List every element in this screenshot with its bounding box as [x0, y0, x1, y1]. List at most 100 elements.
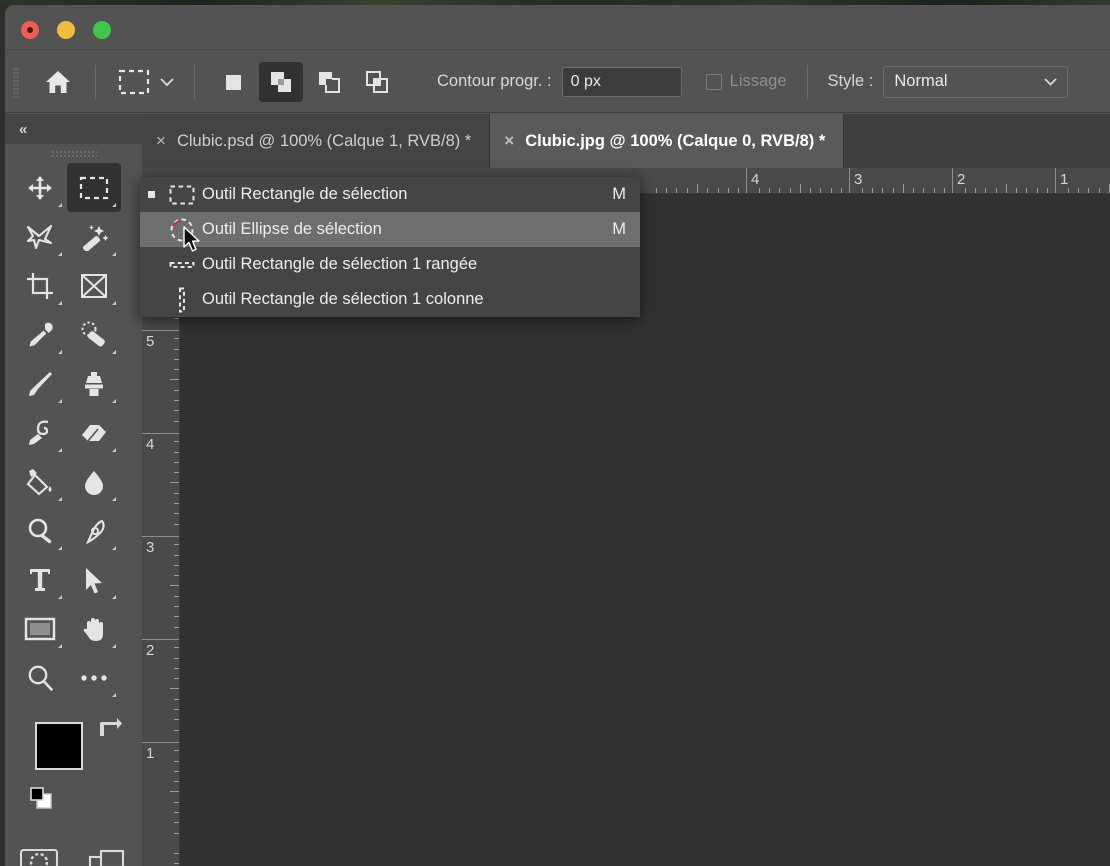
ruler-minor-tick — [170, 791, 179, 792]
ruler-minor-tick — [1026, 188, 1027, 193]
ruler-minor-tick — [174, 338, 179, 339]
spot-healing-brush-tool[interactable] — [67, 310, 121, 359]
ruler-minor-tick — [1006, 184, 1007, 193]
ruler-minor-tick — [718, 188, 719, 193]
minimize-window-button[interactable] — [57, 21, 75, 39]
path-selection-tool[interactable] — [67, 555, 121, 604]
tool-group-indicator — [58, 595, 62, 599]
ruler-tick-label: 5 — [146, 333, 155, 350]
history-brush-tool[interactable] — [13, 408, 67, 457]
ruler-minor-tick — [174, 833, 179, 834]
tab-clubic-jpg[interactable]: × Clubic.jpg @ 100% (Calque 0, RVB/8) * — [490, 114, 845, 168]
foreground-color-swatch[interactable] — [35, 722, 83, 770]
type-tool[interactable] — [13, 555, 67, 604]
blur-tool[interactable] — [67, 457, 121, 506]
rectangular-marquee-icon[interactable] — [112, 62, 156, 102]
lasso-tool[interactable] — [13, 212, 67, 261]
options-bar-drag-handle[interactable] — [13, 66, 19, 97]
ruler-minor-tick — [841, 188, 842, 193]
rectangle-tool[interactable] — [13, 604, 67, 653]
ruler-minor-tick — [174, 462, 179, 463]
ruler-minor-tick — [923, 188, 924, 193]
ruler-minor-tick — [831, 188, 832, 193]
ruler-minor-tick — [1068, 188, 1069, 193]
ruler-minor-tick — [996, 188, 997, 193]
ruler-minor-tick — [779, 188, 780, 193]
add-to-selection-button[interactable] — [259, 61, 303, 102]
magic-wand-tool[interactable] — [67, 212, 121, 261]
ruler-minor-tick — [174, 802, 179, 803]
feather-input[interactable]: 0 px — [561, 66, 682, 97]
ruler-minor-tick — [174, 678, 179, 679]
ruler-minor-tick — [174, 493, 179, 494]
ruler-minor-tick — [174, 606, 179, 607]
ruler-minor-tick — [174, 596, 179, 597]
menu-item-single-column-marquee[interactable]: Outil Rectangle de sélection 1 colonne — [140, 282, 640, 317]
ruler-tick-label: 2 — [957, 171, 966, 188]
edit-toolbar-tool[interactable] — [67, 653, 121, 702]
tab-clubic-psd[interactable]: × Clubic.psd @ 100% (Calque 1, RVB/8) * — [142, 114, 491, 168]
ruler-minor-tick — [174, 565, 179, 566]
move-tool[interactable] — [13, 163, 67, 212]
style-select[interactable]: Normal — [883, 65, 1069, 98]
ruler-minor-tick — [1047, 188, 1048, 193]
tool-group-indicator — [112, 399, 116, 403]
menu-item-rectangular-marquee[interactable]: Outil Rectangle de sélection M — [140, 177, 640, 212]
ruler-minor-tick — [170, 379, 179, 380]
eraser-tool[interactable] — [67, 408, 121, 457]
ruler-minor-tick — [174, 761, 179, 762]
close-window-button[interactable] — [21, 21, 39, 39]
ruler-minor-tick — [174, 750, 179, 751]
home-icon[interactable] — [37, 61, 79, 103]
screen-mode-icon[interactable] — [73, 836, 141, 866]
subtract-from-selection-button[interactable] — [307, 62, 351, 102]
quick-mask-icon[interactable] — [5, 836, 73, 866]
ruler-minor-tick — [174, 575, 179, 576]
collapse-panel-icon[interactable]: « — [19, 121, 27, 138]
ruler-minor-tick — [174, 472, 179, 473]
clone-stamp-tool[interactable] — [67, 359, 121, 408]
dodge-tool[interactable] — [13, 506, 67, 555]
frame-tool[interactable] — [67, 261, 121, 310]
close-icon[interactable]: × — [156, 131, 166, 151]
zoom-window-button[interactable] — [93, 21, 111, 39]
tool-group-indicator — [58, 301, 62, 305]
eyedropper-tool[interactable] — [13, 310, 67, 359]
intersect-selection-button[interactable] — [355, 62, 399, 102]
new-selection-button[interactable] — [211, 62, 255, 102]
zoom-tool[interactable] — [13, 653, 67, 702]
ruler-minor-tick — [174, 441, 179, 442]
menu-item-single-row-marquee[interactable]: Outil Rectangle de sélection 1 rangée — [140, 247, 640, 282]
ruler-minor-tick — [174, 410, 179, 411]
ruler-minor-tick — [174, 863, 179, 864]
ruler-minor-tick — [174, 647, 179, 648]
tool-group-indicator — [58, 350, 62, 354]
menu-item-elliptical-marquee[interactable]: Outil Ellipse de sélection M — [140, 212, 640, 247]
close-icon[interactable]: × — [504, 131, 514, 151]
chevron-down-icon[interactable] — [156, 62, 178, 102]
ruler-minor-tick — [174, 452, 179, 453]
ruler-minor-tick — [882, 188, 883, 193]
menu-item-label: Outil Rectangle de sélection — [202, 185, 408, 203]
tool-group-indicator — [58, 644, 62, 648]
antialias-checkbox[interactable] — [705, 73, 722, 90]
default-colors-icon[interactable] — [29, 786, 53, 815]
tool-group-indicator — [112, 203, 116, 207]
ruler-minor-tick — [697, 184, 698, 193]
gradient-tool[interactable] — [13, 457, 67, 506]
pen-tool[interactable] — [67, 506, 121, 555]
ruler-minor-tick — [862, 188, 863, 193]
ruler-major-tick — [952, 168, 953, 193]
ruler-major-tick — [142, 536, 179, 537]
brush-tool[interactable] — [13, 359, 67, 408]
crop-tool[interactable] — [13, 261, 67, 310]
hand-tool[interactable] — [67, 604, 121, 653]
toolbar-bottom-buttons — [5, 836, 142, 866]
single-column-marquee-icon — [162, 287, 202, 313]
tools-panel-drag-handle[interactable] — [50, 150, 97, 157]
menu-item-label: Outil Rectangle de sélection 1 colonne — [202, 290, 484, 308]
swap-colors-icon[interactable] — [97, 714, 123, 743]
rectangular-marquee-tool[interactable] — [67, 163, 121, 212]
window-controls — [21, 21, 111, 39]
ruler-minor-tick — [903, 184, 904, 193]
